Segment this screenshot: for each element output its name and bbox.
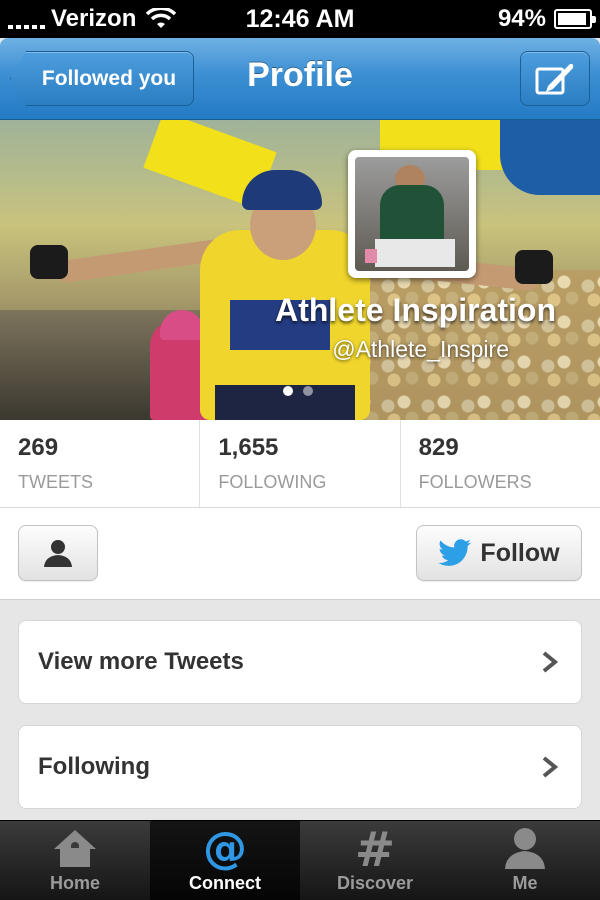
stat-value: 829 bbox=[418, 434, 459, 461]
tab-connect[interactable]: @ Connect bbox=[150, 821, 300, 900]
status-right: 94% bbox=[497, 5, 596, 33]
stat-following[interactable]: 1,655 FOLLOWING bbox=[200, 420, 401, 507]
profile-name: Athlete Inspiration bbox=[275, 292, 556, 328]
page-dot[interactable] bbox=[303, 386, 313, 396]
tab-label: Home bbox=[49, 873, 100, 893]
tab-home[interactable]: Home bbox=[0, 821, 150, 900]
twitter-bird-icon bbox=[438, 539, 472, 566]
avatar-image bbox=[355, 157, 469, 271]
header-glove-right bbox=[515, 250, 553, 284]
list-item-view-more-tweets[interactable]: View more Tweets bbox=[18, 620, 582, 704]
home-icon bbox=[54, 830, 96, 867]
stat-followers[interactable]: 829 FOLLOWERS bbox=[401, 420, 600, 507]
follow-button[interactable]: Follow bbox=[416, 525, 582, 581]
status-bar: Verizon 12:46 AM 94% bbox=[0, 0, 600, 38]
follow-label: Follow bbox=[480, 538, 560, 567]
page-dot[interactable] bbox=[283, 386, 293, 396]
avatar[interactable] bbox=[348, 150, 476, 278]
person-actions-button[interactable] bbox=[18, 525, 98, 581]
profile-list: View more Tweets Following bbox=[0, 600, 600, 820]
battery-fill bbox=[558, 13, 587, 25]
compose-icon bbox=[535, 63, 574, 94]
stat-value: 269 bbox=[18, 434, 59, 461]
page-title: Profile bbox=[247, 56, 353, 94]
header-glove-left bbox=[30, 245, 68, 279]
person-icon bbox=[505, 828, 545, 869]
action-row: Follow bbox=[0, 508, 600, 600]
tab-label: Me bbox=[512, 873, 538, 893]
profile-handle: @Athlete_Inspire bbox=[332, 336, 509, 362]
tab-me[interactable]: Me bbox=[450, 821, 600, 900]
list-item-label: View more Tweets bbox=[38, 648, 244, 675]
profile-header[interactable]: Athlete Inspiration @Athlete_Inspire bbox=[0, 120, 600, 420]
stat-tweets[interactable]: 269 TWEETS bbox=[0, 420, 201, 507]
person-icon bbox=[44, 540, 72, 567]
header-sign bbox=[500, 120, 600, 195]
at-icon: @ bbox=[203, 825, 247, 871]
page-indicator[interactable] bbox=[283, 386, 313, 396]
tab-bar: Home @ Connect # Discover Me bbox=[0, 820, 600, 900]
compose-button[interactable] bbox=[520, 51, 590, 106]
hash-icon: # bbox=[355, 826, 395, 870]
tab-discover[interactable]: # Discover bbox=[300, 821, 450, 900]
tab-label: Connect bbox=[189, 873, 261, 893]
svg-text:@: @ bbox=[203, 825, 247, 871]
stat-value: 1,655 bbox=[218, 434, 279, 461]
chevron-right-icon bbox=[542, 651, 559, 673]
list-item-following[interactable]: Following bbox=[18, 725, 582, 809]
battery-icon bbox=[554, 9, 596, 29]
svg-text:#: # bbox=[355, 826, 395, 870]
nav-bar: Followed you Profile bbox=[0, 38, 600, 120]
stat-label: FOLLOWERS bbox=[418, 472, 532, 492]
stat-label: TWEETS bbox=[18, 472, 93, 492]
battery-percent: 94% bbox=[497, 5, 546, 32]
list-item-label: Following bbox=[38, 753, 150, 780]
chevron-right-icon bbox=[542, 756, 559, 778]
tab-label: Discover bbox=[336, 873, 414, 893]
stats-row: 269 TWEETS 1,655 FOLLOWING 829 FOLLOWERS bbox=[0, 420, 600, 508]
stat-label: FOLLOWING bbox=[218, 472, 327, 492]
